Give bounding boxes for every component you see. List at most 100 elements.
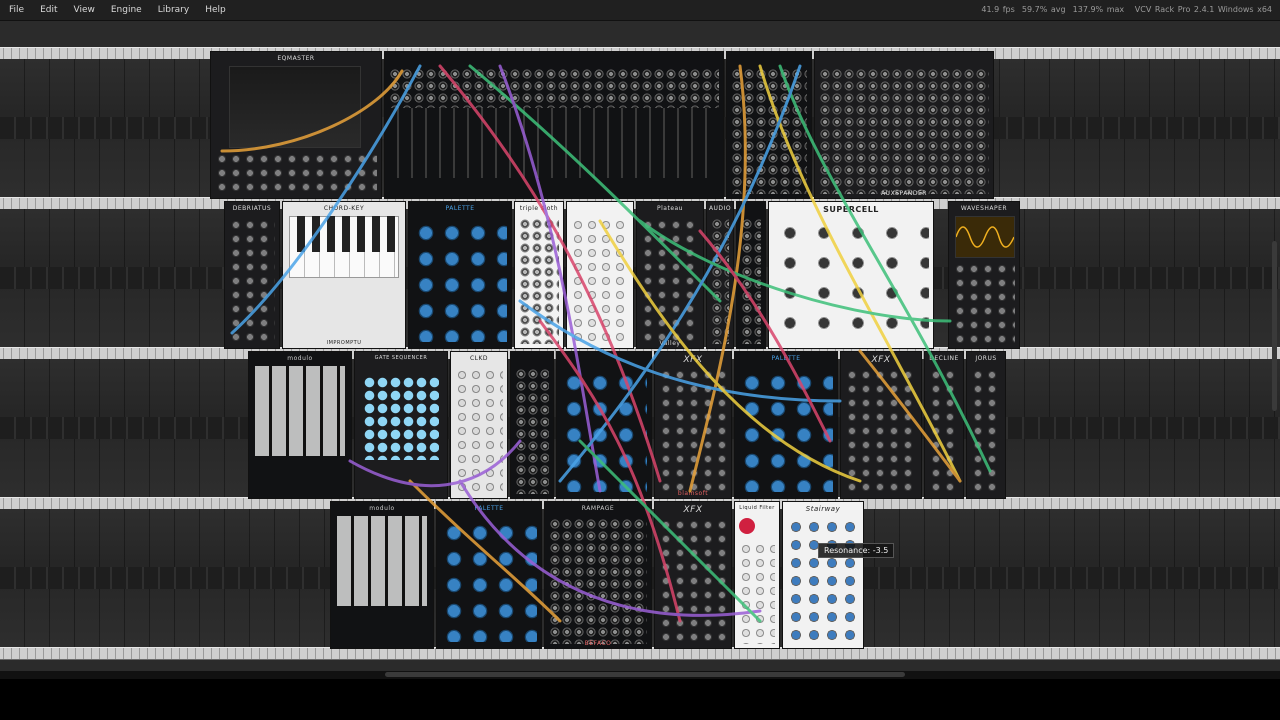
rack-workspace[interactable]: EQMASTER AUXSPANDER DEBRIATUS CHORD-KEY … [0,21,1280,671]
brand-label: Valley [659,340,681,347]
module-logic[interactable] [510,351,554,499]
module-eqmaster[interactable]: EQMASTER [210,51,382,199]
horizontal-scrollbar-thumb[interactable] [385,672,905,677]
menu-engine[interactable]: Engine [103,0,150,20]
module-palette[interactable]: PALETTE [408,201,512,349]
module-debriatus[interactable]: DEBRIATUS [224,201,280,349]
jack-grid[interactable] [519,218,559,344]
module-title: triple sloth [519,205,559,212]
knob-grid[interactable] [455,368,503,494]
menu-library[interactable]: Library [150,0,197,20]
module-xfx-3[interactable]: XFX [654,501,732,649]
module-triple-sloth[interactable]: triple sloth [514,201,564,349]
module-palette-2[interactable] [556,351,652,499]
module-palette-4[interactable]: PALETTE [436,501,542,649]
gate-grid[interactable] [363,376,439,460]
module-modulo[interactable]: modulo [248,351,352,499]
keyboard-black-keys[interactable] [297,216,397,252]
module-clkd[interactable]: CLKD [450,351,508,499]
jack-grid[interactable] [731,68,807,194]
module-gate-sequencer[interactable]: GATE SEQUENCER [354,351,448,499]
max-readout: 137.9% max [1072,5,1125,14]
module-decline[interactable]: DECLINE [924,351,964,499]
module-mixer[interactable] [384,51,724,199]
module-audio[interactable]: AUDIO [706,201,734,349]
module-vca[interactable] [736,201,766,349]
knob-grid[interactable] [739,542,775,644]
module-waveshaper[interactable]: WAVESHAPER [948,201,1020,349]
knob-grid[interactable] [441,520,537,642]
module-modulo-2[interactable]: modulo [330,501,434,649]
module-title: modulo [287,355,313,362]
knob-grid[interactable] [659,368,727,494]
knob-grid[interactable] [845,368,917,494]
module-auxspander[interactable]: AUXSPANDER [814,51,994,199]
menu-edit[interactable]: Edit [32,0,65,20]
resonance-knob[interactable] [739,518,755,534]
module-title: GATE SEQUENCER [374,355,428,361]
module-chord-key[interactable]: CHORD-KEY IMPROMPTU [282,201,406,349]
knob-grid[interactable] [641,218,699,344]
knob-grid[interactable] [929,368,959,494]
jack-grid[interactable] [741,218,761,344]
avg-readout: 59.7% avg [1021,5,1066,14]
knob-grid[interactable] [215,152,377,194]
version-label: VCV Rack Pro 2.4.1 Windows x64 [1134,5,1272,14]
knob-grid[interactable] [229,218,275,344]
knob-grid[interactable] [659,518,727,644]
jack-grid[interactable] [389,68,719,108]
jack-grid[interactable] [819,68,989,194]
step-pads[interactable] [255,366,345,456]
fader-bank[interactable] [391,108,717,178]
module-title: WAVESHAPER [960,205,1008,212]
module-utility[interactable] [566,201,634,349]
module-title: JORUS [975,355,997,362]
module-title: modulo [369,505,395,512]
menu-bar: File Edit View Engine Library Help 41.9 … [0,0,1280,21]
module-title: XFX [683,355,703,365]
module-stairway[interactable]: Stairway [782,501,864,649]
module-palette-3[interactable]: PALETTE [734,351,838,499]
module-xfx-2[interactable]: XFX [840,351,922,499]
module-title: RAMPAGE [581,505,615,512]
menu-file[interactable]: File [0,0,32,20]
module-plateau[interactable]: Plateau Valley [636,201,704,349]
module-title: SUPERCELL [823,205,879,214]
jack-grid[interactable] [711,218,729,344]
brand-label: blamsoft [677,490,709,497]
vertical-scrollbar[interactable] [1272,241,1277,411]
module-jorus[interactable]: JORUS [966,351,1006,499]
module-title: PALETTE [445,205,475,212]
knob-grid[interactable] [739,370,833,492]
module-title: EQMASTER [277,55,315,62]
module-xfx[interactable]: XFX blamsoft [654,351,732,499]
menu-view[interactable]: View [66,0,103,20]
knob-grid[interactable] [773,218,929,344]
step-pads[interactable] [337,516,427,606]
knob-grid[interactable] [787,518,859,644]
jack-grid[interactable] [515,368,549,494]
knob-grid[interactable] [971,368,1001,494]
module-title: XFX [871,355,891,365]
module-title: PALETTE [474,505,504,512]
fps-readout: 41.9 fps [981,5,1015,14]
knob-grid[interactable] [571,218,629,344]
knob-grid[interactable] [561,370,647,492]
knob-grid[interactable] [413,220,507,342]
module-title: AUDIO [708,205,732,212]
module-title: CLKD [469,355,489,362]
module-title: PALETTE [771,355,801,362]
jack-grid[interactable] [549,518,647,644]
module-master[interactable] [726,51,812,199]
module-title: DEBRIATUS [232,205,272,212]
brand-label: BEFACO [584,640,612,647]
parameter-tooltip: Resonance: -3.5 [818,543,895,558]
horizontal-scrollbar-track[interactable] [0,671,1280,679]
menu-help[interactable]: Help [197,0,234,20]
performance-status: 41.9 fps 59.7% avg 137.9% max VCV Rack P… [981,0,1272,20]
knob-grid[interactable] [953,262,1015,344]
module-supercell[interactable]: SUPERCELL [768,201,934,349]
module-liquid-filter[interactable]: Liquid Filter [734,501,780,649]
module-rampage[interactable]: RAMPAGE BEFACO [544,501,652,649]
eq-display [229,66,361,148]
